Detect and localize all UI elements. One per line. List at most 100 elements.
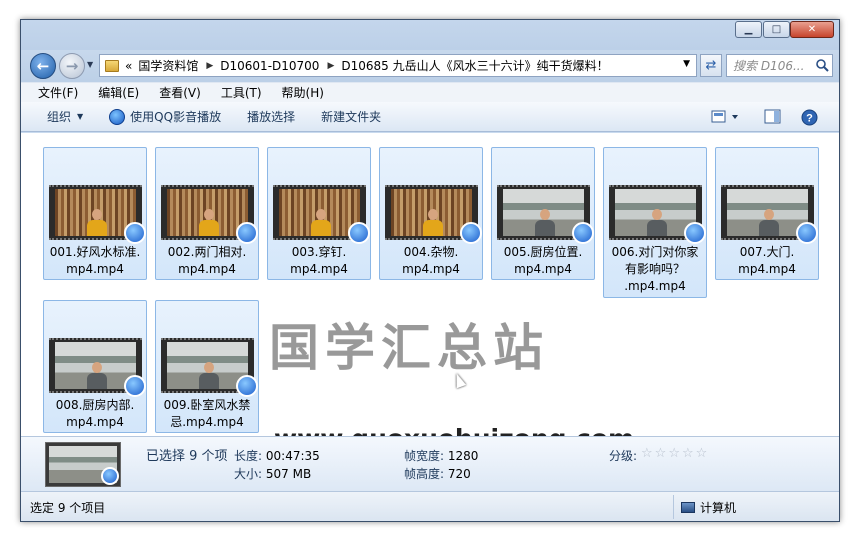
change-view-icon[interactable] [711, 109, 741, 125]
file-tile[interactable]: 007.大门. mp4.mp4 [715, 147, 819, 280]
qq-player-badge-icon [124, 375, 146, 397]
qq-player-badge-icon [236, 222, 258, 244]
status-computer: 计算机 [681, 499, 736, 516]
status-selection-text: 选定 9 个项目 [30, 501, 106, 515]
presenter-figure [199, 209, 220, 236]
watermark-url: www.guoxuehuizong.com [274, 424, 634, 436]
qq-player-badge-icon [236, 375, 258, 397]
qq-player-badge-icon [572, 222, 594, 244]
arrow-left-icon: ← [36, 57, 50, 75]
file-name-line: 007.大门. [739, 245, 795, 259]
file-name-line: mp4.mp4 [514, 262, 572, 276]
file-tile[interactable]: 005.厨房位置. mp4.mp4 [491, 147, 595, 280]
breadcrumb-overflow[interactable]: « [125, 59, 132, 73]
back-button[interactable]: ← [30, 53, 56, 79]
play-selection-label: 播放选择 [247, 110, 296, 124]
frame-width-label: 帧宽度: [404, 449, 445, 463]
breadcrumb-separator-icon[interactable]: ▶ [206, 61, 213, 71]
search-input[interactable]: 搜索 D106... [726, 54, 833, 77]
file-name: 001.好风水标准. mp4.mp4 [44, 244, 146, 278]
qq-player-badge-icon [684, 222, 706, 244]
file-tile[interactable]: 001.好风水标准. mp4.mp4 [43, 147, 147, 280]
file-name-line: 009.卧室风水禁 [163, 398, 251, 412]
organize-button[interactable]: 组织 ▼ [47, 108, 83, 125]
breadcrumb-item[interactable]: D10601-D10700 [220, 59, 319, 73]
qq-player-badge-icon [348, 222, 370, 244]
rating-stars[interactable]: ☆ ☆ ☆ ☆ ☆ [641, 446, 709, 461]
qq-player-icon [109, 108, 126, 125]
navigation-bar: ← → ▼ « 国学资料馆 ▶ D10601-D10700 ▶ D10685 九… [21, 50, 839, 82]
maximize-button[interactable]: □ [763, 21, 790, 38]
frame-height-value: 720 [447, 467, 471, 481]
file-tile[interactable]: 002.两门相对. mp4.mp4 [155, 147, 259, 280]
status-divider [673, 495, 674, 519]
breadcrumb-separator-icon[interactable]: ▶ [327, 61, 334, 71]
presenter-figure [759, 209, 780, 236]
address-dropdown-icon[interactable]: ▼ [683, 59, 690, 69]
length-label: 长度: [234, 449, 263, 463]
presenter-figure [647, 209, 668, 236]
recent-pages-dropdown[interactable]: ▼ [87, 60, 93, 69]
minimize-button[interactable]: ▁ [735, 21, 762, 38]
size-label: 大小: [234, 467, 263, 481]
folder-icon [105, 59, 119, 72]
file-tile[interactable]: 003.穿钉. mp4.mp4 [267, 147, 371, 280]
close-button[interactable]: ✕ [790, 21, 834, 38]
file-tile[interactable]: 004.杂物. mp4.mp4 [379, 147, 483, 280]
svg-text:?: ? [806, 113, 813, 125]
preview-pane-icon[interactable] [764, 109, 782, 125]
presenter-figure [87, 362, 108, 389]
file-tile[interactable]: 006.对门对你家 有影响吗？ .mp4.mp4 [603, 147, 707, 298]
star-icon[interactable]: ☆ [655, 446, 667, 461]
frame-width-value: 1280 [447, 449, 479, 463]
play-with-qq-button[interactable]: 使用QQ影音播放 [109, 108, 221, 125]
menu-edit[interactable]: 编辑(E) [98, 84, 139, 101]
file-name-line: 005.厨房位置. [503, 245, 583, 259]
file-tile[interactable]: 009.卧室风水禁 忌.mp4.mp4 [155, 300, 259, 433]
arrow-right-icon: → [65, 57, 79, 75]
new-folder-button[interactable]: 新建文件夹 [321, 108, 381, 125]
play-selection-button[interactable]: 播放选择 [247, 108, 295, 125]
star-icon[interactable]: ☆ [682, 446, 694, 461]
refresh-button[interactable]: ⇄ [700, 54, 722, 77]
search-placeholder: 搜索 D106... [733, 59, 805, 73]
file-name-line: mp4.mp4 [290, 262, 348, 276]
file-name: 003.穿钉. mp4.mp4 [268, 244, 370, 278]
star-icon[interactable]: ☆ [668, 446, 680, 461]
watermark-chinese: 国学汇总站 [269, 319, 549, 377]
qq-player-badge-icon [460, 222, 482, 244]
file-name-line: 006.对门对你家 [611, 245, 699, 259]
frame-height-label: 帧高度: [404, 467, 445, 481]
file-tile[interactable]: 008.厨房内部. mp4.mp4 [43, 300, 147, 433]
presenter-figure [87, 209, 108, 236]
forward-button[interactable]: → [59, 53, 85, 79]
breadcrumb-item-current[interactable]: D10685 九岳山人《风水三十六计》纯干货爆料！ [341, 57, 608, 74]
star-icon[interactable]: ☆ [641, 446, 653, 461]
file-name-line: mp4.mp4 [178, 262, 236, 276]
menu-tools[interactable]: 工具(T) [221, 84, 262, 101]
computer-icon [681, 502, 695, 513]
organize-label: 组织 [47, 110, 72, 124]
help-icon[interactable]: ? [801, 109, 818, 126]
new-folder-label: 新建文件夹 [321, 110, 382, 124]
file-name-line: mp4.mp4 [402, 262, 460, 276]
breadcrumb-item[interactable]: 国学资料馆 [138, 57, 198, 74]
file-name-line: mp4.mp4 [66, 415, 124, 429]
search-icon[interactable] [815, 58, 829, 72]
file-name-line: 008.厨房内部. [55, 398, 135, 412]
details-pane: 已选择 9 个项 长度: 00:47:35 大小: 507 MB 帧宽度: 12… [21, 436, 839, 491]
address-bar[interactable]: « 国学资料馆 ▶ D10601-D10700 ▶ D10685 九岳山人《风水… [99, 54, 697, 77]
menu-file[interactable]: 文件(F) [38, 84, 78, 101]
status-bar: 选定 9 个项目 计算机 [21, 491, 839, 521]
star-icon[interactable]: ☆ [696, 446, 708, 461]
selection-thumbnail [45, 442, 121, 487]
file-name-line: .mp4.mp4 [624, 279, 686, 293]
file-name: 004.杂物. mp4.mp4 [380, 244, 482, 278]
file-name-line: 忌.mp4.mp4 [170, 415, 244, 429]
file-list-view[interactable]: 001.好风水标准. mp4.mp4 002.两门相对. mp4.mp4 003.穿钉.… [21, 133, 839, 436]
file-name-line: 001.好风水标准. [49, 245, 141, 259]
menu-view[interactable]: 查看(V) [159, 84, 201, 101]
chevron-down-icon: ▼ [77, 112, 84, 121]
rating-label: 分级: [609, 449, 638, 463]
menu-help[interactable]: 帮助(H) [282, 84, 324, 101]
